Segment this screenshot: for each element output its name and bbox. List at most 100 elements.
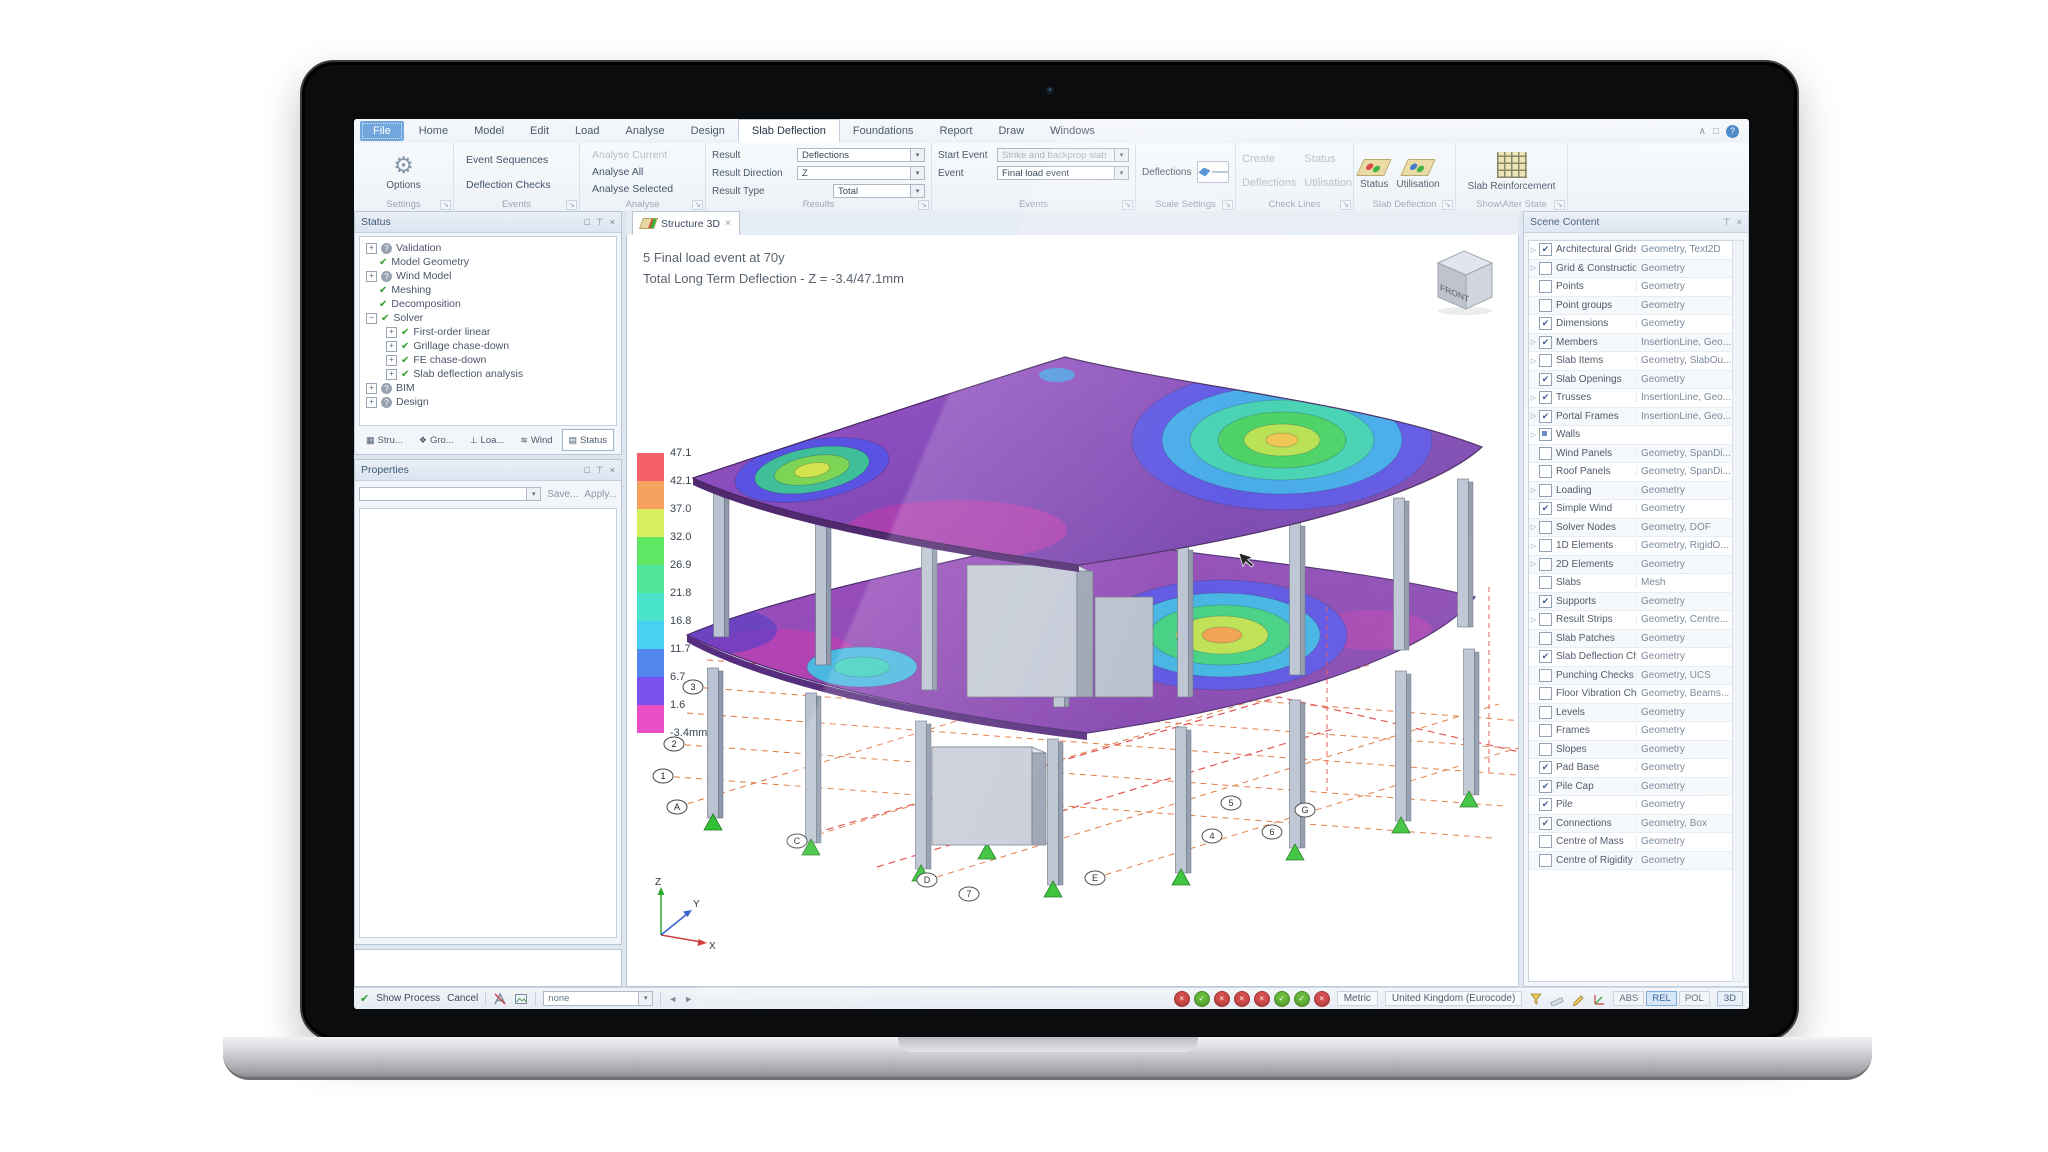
analyse-selected-button[interactable]: Analyse Selected (586, 182, 699, 196)
scene-row-portal-frames[interactable]: ▷✔Portal FramesInsertionLine, Geo... (1529, 408, 1733, 427)
visibility-checkbox[interactable]: ✔ (1539, 502, 1552, 515)
scene-row-slab-items[interactable]: ▷Slab ItemsGeometry, SlabOu... (1529, 352, 1733, 371)
dock-tab-wind[interactable]: ≋Wind (513, 429, 559, 451)
visibility-checkbox[interactable] (1539, 539, 1552, 552)
scene-row-slabs[interactable]: SlabsMesh (1529, 574, 1733, 593)
filter-combo[interactable]: none ▾ (543, 991, 653, 1006)
apply-button[interactable]: Apply... (584, 489, 617, 500)
scene-row-connections[interactable]: ✔ConnectionsGeometry, Box (1529, 815, 1733, 834)
pin-icon[interactable]: ⊤ (1723, 217, 1731, 228)
tab-structure-3d[interactable]: Structure 3D × (632, 211, 740, 235)
scene-row-punching-checks[interactable]: Punching ChecksGeometry, UCS (1529, 667, 1733, 686)
help-icon[interactable]: ? (1726, 125, 1739, 138)
utilisation-button[interactable]: Utilisation (1304, 177, 1352, 189)
3d-mode-button[interactable]: 3D (1717, 991, 1743, 1006)
dialog-launcher-icon[interactable]: ↘ (566, 200, 577, 210)
visibility-checkbox[interactable]: ✔ (1539, 798, 1552, 811)
error-indicator[interactable]: × (1234, 991, 1250, 1007)
tree-item-solver[interactable]: −✔Solver (360, 311, 616, 325)
dialog-launcher-icon[interactable]: ↘ (1554, 200, 1565, 210)
scene-row-centre-of-rigidity[interactable]: Centre of RigidityGeometry (1529, 852, 1733, 871)
tab-model[interactable]: Model (461, 119, 517, 143)
scene-row-architectural-grids[interactable]: ▷✔Architectural GridsGeometry, Text2D (1529, 241, 1733, 260)
toggle-pol[interactable]: POL (1679, 991, 1710, 1006)
tab-home[interactable]: Home (406, 119, 461, 143)
scene-row-points[interactable]: PointsGeometry (1529, 278, 1733, 297)
visibility-checkbox[interactable]: ✔ (1539, 817, 1552, 830)
scene-row-centre-of-mass[interactable]: Centre of MassGeometry (1529, 833, 1733, 852)
utilisation-button[interactable]: Utilisation (1396, 159, 1439, 190)
scene-row-walls[interactable]: ▷Walls (1529, 426, 1733, 445)
scene-row-pile-cap[interactable]: ✔Pile CapGeometry (1529, 778, 1733, 797)
filter-funnel-icon[interactable] (1529, 992, 1543, 1006)
scene-row-loading[interactable]: ▷LoadingGeometry (1529, 482, 1733, 501)
close-icon[interactable]: × (610, 217, 615, 228)
row-expander-icon[interactable]: ▷ (1529, 616, 1538, 624)
sketch-pencil-icon[interactable] (1571, 992, 1585, 1006)
scene-row-2d-elements[interactable]: ▷2D ElementsGeometry (1529, 556, 1733, 575)
tree-item-wind-model[interactable]: +?Wind Model (360, 269, 616, 283)
tab-slab-deflection[interactable]: Slab Deflection (738, 119, 840, 143)
tab-windows[interactable]: Windows (1037, 119, 1108, 143)
visibility-checkbox[interactable] (1539, 299, 1552, 312)
tab-edit[interactable]: Edit (517, 119, 562, 143)
chevron-down-icon[interactable]: ▾ (1115, 166, 1129, 180)
show-process-button[interactable]: Show Process (376, 993, 440, 1004)
dialog-launcher-icon[interactable]: ↘ (692, 200, 703, 210)
visibility-checkbox[interactable] (1539, 687, 1552, 700)
visibility-checkbox[interactable]: ✔ (1539, 595, 1552, 608)
visibility-checkbox[interactable] (1539, 835, 1552, 848)
visibility-checkbox[interactable]: ✔ (1539, 761, 1552, 774)
tree-item-bim[interactable]: +?BIM (360, 381, 616, 395)
tree-item-decomposition[interactable]: ✔Decomposition (360, 297, 616, 311)
visibility-checkbox[interactable] (1539, 558, 1552, 571)
scene-row-levels[interactable]: LevelsGeometry (1529, 704, 1733, 723)
error-indicator[interactable]: × (1254, 991, 1270, 1007)
scene-row-grid-construction[interactable]: ▷Grid & Construction ...Geometry (1529, 260, 1733, 279)
tab-foundations[interactable]: Foundations (840, 119, 927, 143)
expand-icon[interactable]: + (366, 271, 377, 282)
status-button[interactable]: Status (1304, 153, 1352, 165)
visibility-checkbox[interactable] (1539, 613, 1552, 626)
tab-analyse[interactable]: Analyse (613, 119, 678, 143)
dialog-launcher-icon[interactable]: ↘ (918, 200, 929, 210)
expand-icon[interactable]: − (366, 313, 377, 324)
dialog-launcher-icon[interactable]: ↘ (1442, 200, 1453, 210)
back-icon[interactable]: ◄ (668, 994, 677, 1004)
scene-row-point-groups[interactable]: Point groupsGeometry (1529, 297, 1733, 316)
expand-icon[interactable]: + (386, 355, 397, 366)
close-icon[interactable]: × (1737, 217, 1742, 228)
row-expander-icon[interactable]: ▷ (1529, 560, 1538, 568)
toggle-abs[interactable]: ABS (1613, 991, 1644, 1006)
dialog-launcher-icon[interactable]: ↘ (1122, 200, 1133, 210)
dock-tab-stru[interactable]: ▦Stru... (359, 429, 410, 451)
row-expander-icon[interactable]: ▷ (1529, 264, 1538, 272)
event-sequences-button[interactable]: Event Sequences (460, 153, 573, 167)
expand-icon[interactable]: + (386, 341, 397, 352)
row-expander-icon[interactable]: ▷ (1529, 394, 1538, 402)
analyse-all-button[interactable]: Analyse All (586, 165, 699, 179)
scene-row-result-strips[interactable]: ▷Result StripsGeometry, Centre... (1529, 611, 1733, 630)
maximize-icon[interactable]: □ (584, 465, 589, 476)
pin-icon[interactable]: ⊤ (596, 217, 604, 228)
deflection-scale-toggle[interactable] (1197, 161, 1229, 183)
error-indicator[interactable]: × (1214, 991, 1230, 1007)
visibility-checkbox[interactable] (1539, 262, 1552, 275)
visibility-checkbox[interactable]: ✔ (1539, 780, 1552, 793)
create-button[interactable]: Create (1242, 153, 1296, 165)
tree-item-validation[interactable]: +?Validation (360, 241, 616, 255)
visibility-checkbox[interactable] (1539, 447, 1552, 460)
tree-item-design[interactable]: +?Design (360, 395, 616, 409)
dialog-launcher-icon[interactable]: ↘ (1340, 200, 1351, 210)
tree-item-fe-chase-down[interactable]: +✔FE chase-down (360, 353, 616, 367)
deflections-button[interactable]: Deflections (1242, 177, 1296, 189)
scene-row-slab-openings[interactable]: ✔Slab OpeningsGeometry (1529, 371, 1733, 390)
save-button[interactable]: Save... (547, 489, 578, 500)
visibility-checkbox[interactable] (1539, 354, 1552, 367)
visibility-checkbox[interactable]: ✔ (1539, 336, 1552, 349)
scene-row-slopes[interactable]: SlopesGeometry (1529, 741, 1733, 760)
visibility-checkbox[interactable] (1539, 669, 1552, 682)
visibility-checkbox[interactable] (1539, 724, 1552, 737)
visibility-checkbox[interactable] (1539, 576, 1552, 589)
toggle-rel[interactable]: REL (1646, 991, 1676, 1006)
